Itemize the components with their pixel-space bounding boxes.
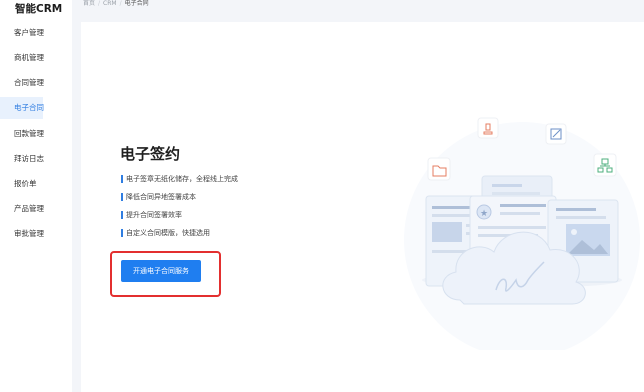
app-title: 智能CRM [15, 3, 63, 15]
breadcrumb-current: 电子合同 [124, 0, 149, 7]
stamp-icon [477, 117, 499, 139]
folder-icon [427, 157, 451, 181]
sidebar-item-e-contracts[interactable]: 电子合同 [0, 97, 44, 119]
breadcrumb-home[interactable]: 首页 [83, 0, 95, 7]
e-signature-illustration: ★ [404, 117, 640, 350]
sidebar-item-opportunities[interactable]: 商机管理 [0, 47, 44, 69]
sidebar-item-approvals[interactable]: 审批管理 [0, 223, 44, 245]
sidebar-item-products[interactable]: 产品管理 [0, 198, 44, 220]
sidebar-item-quotes[interactable]: 报价单 [0, 173, 43, 195]
sidebar: 智能CRM 客户管理 商机管理 合同管理 电子合同 回款管理 拜访日志 报价单 … [0, 0, 72, 392]
breadcrumb-separator: / [98, 0, 101, 7]
breadcrumb-module[interactable]: CRM [103, 0, 117, 7]
sidebar-item-payments[interactable]: 回款管理 [0, 123, 44, 145]
feature-item: 自定义合同模版，快捷选用 [121, 227, 210, 239]
svg-text:★: ★ [480, 209, 488, 219]
sidebar-item-customers[interactable]: 客户管理 [0, 22, 44, 44]
sidebar-item-contracts[interactable]: 合同管理 [0, 72, 44, 94]
sidebar-item-visit-logs[interactable]: 拜访日志 [0, 148, 44, 170]
feature-item: 降低合同异地签署成本 [121, 191, 196, 203]
page-title: 电子签约 [120, 145, 181, 163]
feature-item: 提升合同签署效率 [121, 209, 182, 221]
open-e-contract-service-button[interactable]: 开通电子合同服务 [121, 260, 201, 282]
breadcrumb: 首页 / CRM / 电子合同 [83, 0, 149, 10]
feature-item: 电子签章无纸化储存，全程线上完成 [121, 173, 238, 185]
breadcrumb-separator: / [119, 0, 122, 7]
